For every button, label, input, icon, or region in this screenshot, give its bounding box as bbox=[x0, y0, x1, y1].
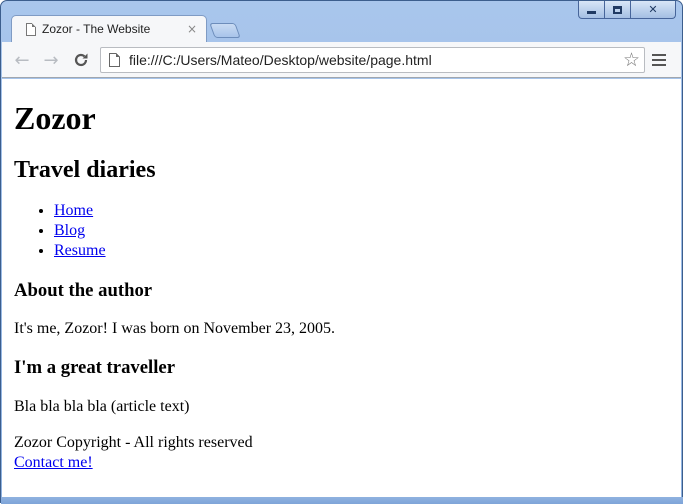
maximize-icon bbox=[613, 5, 622, 14]
forward-button[interactable]: → bbox=[40, 49, 62, 71]
minimize-button[interactable] bbox=[578, 1, 605, 19]
menu-button[interactable] bbox=[652, 54, 666, 66]
nav-link-blog[interactable]: Blog bbox=[54, 222, 85, 239]
minimize-icon bbox=[587, 11, 596, 14]
tab-title: Zozor - The Website bbox=[42, 22, 151, 36]
page-icon bbox=[109, 53, 120, 67]
nav-item-resume: Resume bbox=[54, 241, 669, 261]
back-button[interactable]: ← bbox=[11, 49, 33, 71]
page-subtitle: Travel diaries bbox=[14, 157, 156, 183]
caption-buttons: ✕ bbox=[578, 1, 676, 19]
nav-list: Home Blog Resume bbox=[14, 201, 669, 261]
url-text[interactable]: file:///C:/Users/Mateo/Desktop/website/p… bbox=[129, 52, 623, 68]
new-tab-button[interactable] bbox=[209, 23, 241, 38]
article-heading: I'm a great traveller bbox=[14, 357, 176, 378]
page-viewport: Zozor Travel diaries Home Blog Resume Ab… bbox=[2, 79, 681, 497]
menu-line bbox=[652, 59, 666, 61]
close-icon: ✕ bbox=[648, 3, 658, 16]
menu-line bbox=[652, 54, 666, 56]
nav-link-home[interactable]: Home bbox=[54, 202, 93, 219]
browser-window: ✕ Zozor - The Website × ← → file:///C:/U… bbox=[0, 0, 683, 504]
footer-text: Zozor Copyright - All rights reserved bbox=[14, 434, 253, 451]
contact-link[interactable]: Contact me! bbox=[14, 453, 669, 473]
arrow-right-icon: → bbox=[43, 49, 59, 71]
document-icon bbox=[26, 22, 36, 36]
tab-active[interactable]: Zozor - The Website × bbox=[11, 15, 207, 42]
bookmark-star-icon[interactable]: ☆ bbox=[623, 50, 640, 70]
close-window-button[interactable]: ✕ bbox=[631, 1, 676, 19]
reload-icon bbox=[74, 53, 88, 67]
nav-item-blog: Blog bbox=[54, 221, 669, 241]
address-bar[interactable]: file:///C:/Users/Mateo/Desktop/website/p… bbox=[100, 47, 645, 73]
page-title: Zozor bbox=[14, 100, 96, 136]
about-text: It's me, Zozor! I was born on November 2… bbox=[14, 320, 336, 337]
footer: Zozor Copyright - All rights reserved Co… bbox=[14, 433, 669, 473]
menu-line bbox=[652, 64, 666, 66]
toolbar: ← → file:///C:/Users/Mateo/Desktop/websi… bbox=[2, 42, 681, 78]
arrow-left-icon: ← bbox=[14, 49, 30, 71]
maximize-button[interactable] bbox=[605, 1, 631, 19]
about-heading: About the author bbox=[14, 280, 153, 301]
article-text: Bla bla bla bla (article text) bbox=[14, 398, 190, 415]
nav-link-resume[interactable]: Resume bbox=[54, 242, 106, 259]
tab-close-icon[interactable]: × bbox=[187, 22, 197, 36]
nav-item-home: Home bbox=[54, 201, 669, 221]
reload-button[interactable] bbox=[70, 49, 92, 71]
